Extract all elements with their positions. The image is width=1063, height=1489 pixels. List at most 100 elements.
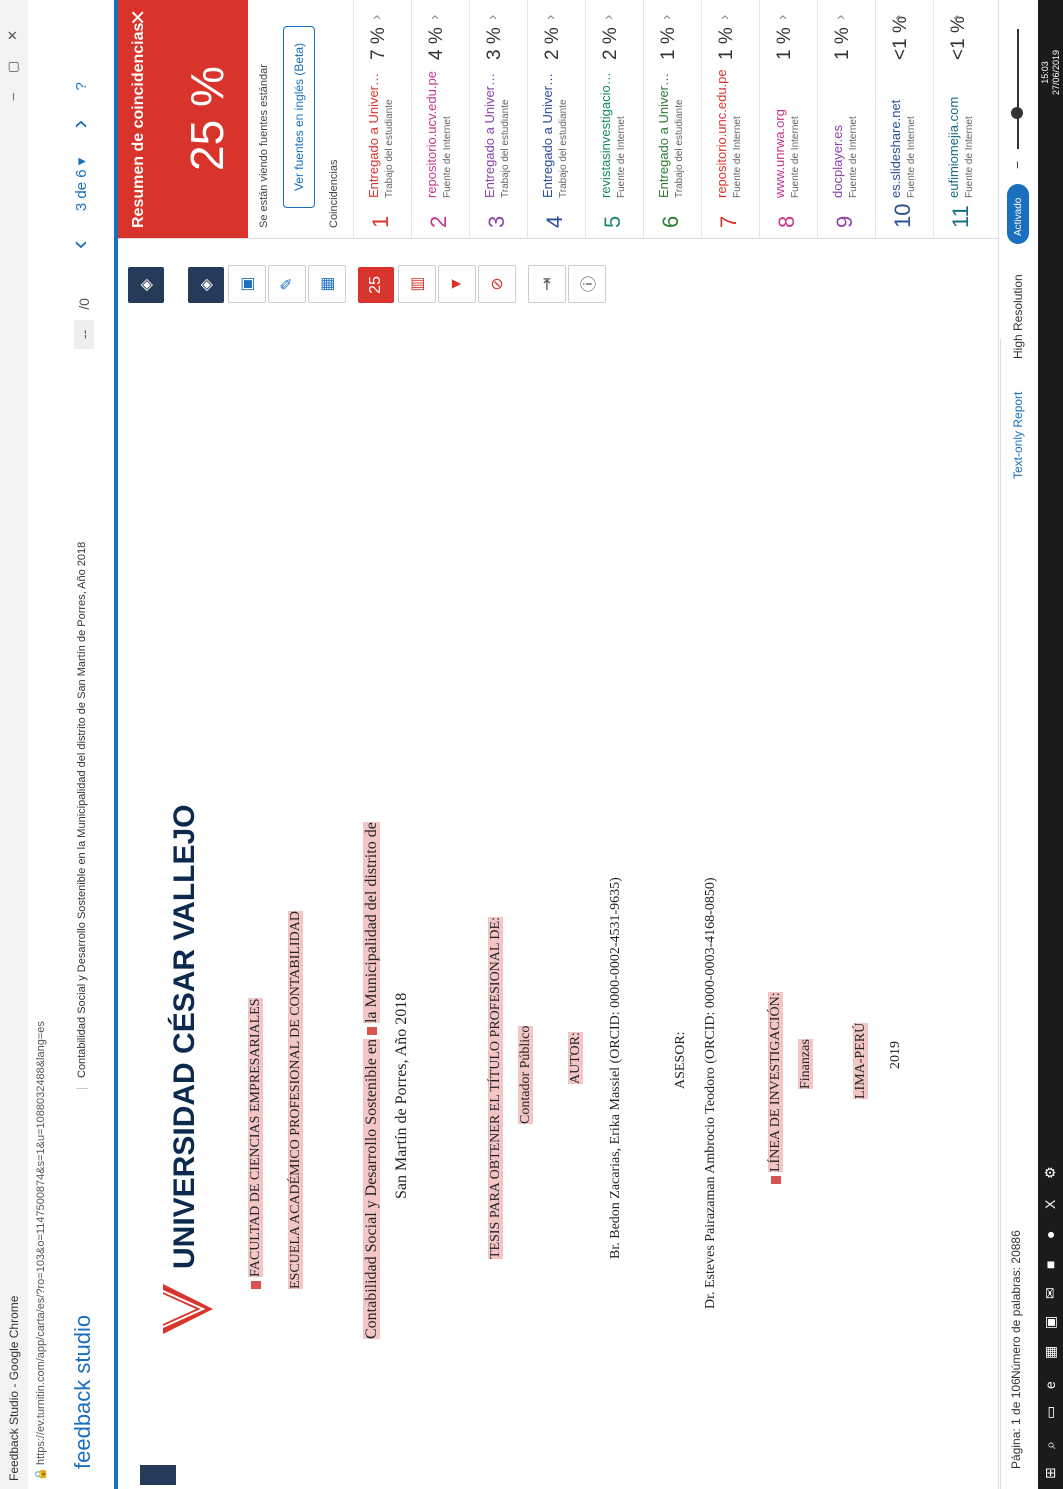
download-icon[interactable]: ⇥ [528,265,566,303]
match-source[interactable]: es.slideshare.net [888,68,903,198]
match-row[interactable]: 6 Entregado a Universida... Trabajo del es… [643,0,702,238]
university-logo-icon [162,1284,213,1334]
match-source[interactable]: Entregado a Universida... [482,68,497,198]
match-marker[interactable] [367,1027,378,1036]
layers-icon[interactable]: ◈ [128,267,164,303]
chevron-right-icon[interactable]: › [600,15,618,20]
chevron-right-icon[interactable]: › [542,15,560,20]
match-row[interactable]: 5 revistasinvestigacion.u... Fuente de Int… [585,0,644,238]
chevron-right-icon[interactable]: › [426,15,444,20]
close-icon[interactable]: ✕ [126,9,151,26]
exclude-icon[interactable]: ⊘ [478,265,516,303]
match-source[interactable]: eufimiomejia.com [946,68,961,198]
thesis-degree-line: TESIS PARA OBTENER EL TÍTULO PROFESIONAL… [488,917,503,1259]
app-icon[interactable]: ■ [1042,1261,1058,1269]
match-overview-panel: Resumen de coincidencias ✕ 25 % Se están… [118,0,998,239]
degree-line: Contador Público [518,1025,533,1124]
match-row[interactable]: 2 repositorio.ucv.edu.pe Fuente de Interne… [411,0,470,238]
match-number: 2 [426,215,451,228]
match-row[interactable]: 7 repositorio.unc.edu.pe Fuente de Interne… [701,0,760,238]
match-source[interactable]: repositorio.unc.edu.pe [714,68,729,198]
zoom-slider-thumb[interactable] [1011,107,1023,119]
match-row[interactable]: 1 Entregado a Universida... Trabajo del es… [353,0,412,238]
match-counter[interactable]: 3 de 6 ▾ [72,158,90,211]
match-percent: 2 % [542,27,563,60]
match-row[interactable]: 9 docplayer.es Fuente de Internet 1 % › [817,0,876,238]
english-sources-button[interactable]: Ver fuentes en inglés (Beta) [283,26,315,208]
word-count: Número de palabras: 20886 [1009,1230,1023,1379]
match-row[interactable]: 10 es.slideshare.net Fuente de Internet <1 … [875,0,934,238]
match-number: 4 [542,215,567,228]
research-line-label: LÍNEA DE INVESTIGACIÓN: [768,992,784,1184]
side-toolbar: ◈ ◈ ▣ ✎ ▦ 25 ▥ ▼ ⊘ ⇥ ⓘ [118,243,618,303]
explorer-icon[interactable]: ▣ [1042,1316,1059,1329]
thesis-title-line-2: San Martín de Porres, Año 2018 [393,992,410,1199]
chevron-right-icon[interactable]: › [368,15,386,20]
match-marker[interactable] [770,1176,781,1184]
school-line: ESCUELA ACADÉMICO PROFESIONAL DE CONTABI… [288,911,303,1289]
match-row[interactable]: 8 www.unrwa.org Fuente de Internet 1 % › [759,0,818,238]
system-clock[interactable]: 15:03 27/06/2019 [1040,50,1062,95]
zoom-out-icon[interactable]: − [1009,161,1025,169]
match-source[interactable]: repositorio.ucv.edu.pe [424,68,439,198]
edit-icon[interactable]: ✎ [268,265,306,303]
match-source[interactable]: revistasinvestigacion.u... [598,68,613,198]
chevron-right-icon[interactable]: › [716,15,734,20]
match-type: Fuente de Internet [906,116,917,198]
chevron-right-icon[interactable]: › [948,15,966,20]
edge-icon[interactable]: e [1042,1381,1058,1389]
page-input[interactable]: -- [74,319,94,349]
chevron-right-icon[interactable]: › [832,15,850,20]
lock-icon: 🔒 [35,1467,47,1481]
document-viewer: UNIVERSIDAD CÉSAR VALLEJO FACULTAD DE CI… [118,339,998,1489]
advisor-line: Dr. Esteves Pairazaman Ambrocio Teodoro … [703,877,718,1309]
address-bar[interactable]: 🔒 https://ev.turnitin.com/app/carta/es/?… [28,0,55,1489]
url-text[interactable]: https://ev.turnitin.com/app/carta/es/?ro… [35,1021,47,1465]
settings-icon[interactable]: ⚙ [1042,1166,1059,1179]
comment-icon[interactable]: ▣ [228,265,266,303]
match-percent: <1 % [948,16,969,60]
mail-icon[interactable]: ✉ [1042,1287,1059,1299]
bar-chart-icon[interactable]: ▥ [398,265,436,303]
search-icon[interactable]: ⌕ [1042,1441,1059,1449]
next-match-icon[interactable]: › [64,120,95,129]
match-row[interactable]: 4 Entregado a Universida... Trabajo del es… [527,0,586,238]
task-view-icon[interactable]: ▭ [1042,1406,1059,1419]
filter-icon[interactable]: ▼ [438,265,476,303]
match-row[interactable]: 11 eufimiomejia.com Fuente de Internet <1 %… [933,0,992,238]
match-number: 7 [716,215,741,228]
high-resolution-toggle[interactable]: Activado [1007,184,1029,244]
prev-match-icon[interactable]: ‹ [64,240,95,249]
menu-button[interactable] [140,1465,176,1485]
window-controls[interactable]: –▢✕ [5,10,21,100]
layers-small-icon[interactable]: ◈ [188,267,224,303]
page-indicator: Página: 1 de 106 [1009,1378,1023,1469]
info-icon[interactable]: ⓘ [568,265,606,303]
page-navigator[interactable]: -- /0 [74,298,94,349]
chevron-right-icon[interactable]: › [658,15,676,20]
excel-icon[interactable]: X [1042,1200,1058,1209]
match-source[interactable]: Entregado a Universida... [540,68,555,198]
help-icon[interactable]: ? [73,82,90,90]
store-icon[interactable]: ▦ [1042,1346,1059,1359]
chevron-right-icon[interactable]: › [774,15,792,20]
advisor-label: ASESOR: [673,1031,688,1089]
match-source[interactable]: Entregado a Universida... [366,68,381,198]
windows-start-icon[interactable]: ⊞ [1042,1467,1059,1479]
zoom-slider[interactable] [1017,29,1019,149]
grid-icon[interactable]: ▦ [308,265,346,303]
match-source[interactable]: docplayer.es [830,68,845,198]
year-line: 2019 [888,1041,903,1069]
match-count-badge[interactable]: 25 [358,267,394,303]
chevron-right-icon[interactable]: › [890,15,908,20]
chrome-icon[interactable]: ● [1042,1231,1058,1239]
match-marker[interactable] [250,1281,261,1289]
document-footer: Página: 1 de 106 Número de palabras: 208… [1000,339,1029,1489]
match-row[interactable]: 3 Entregado a Universida... Trabajo del es… [469,0,528,238]
match-source[interactable]: www.unrwa.org [772,68,787,198]
match-percent: 1 % [658,27,679,60]
match-number: 10 [890,203,915,228]
match-source[interactable]: Entregado a Universida... [656,68,671,198]
chevron-right-icon[interactable]: › [484,15,502,20]
match-number: 3 [484,215,509,228]
